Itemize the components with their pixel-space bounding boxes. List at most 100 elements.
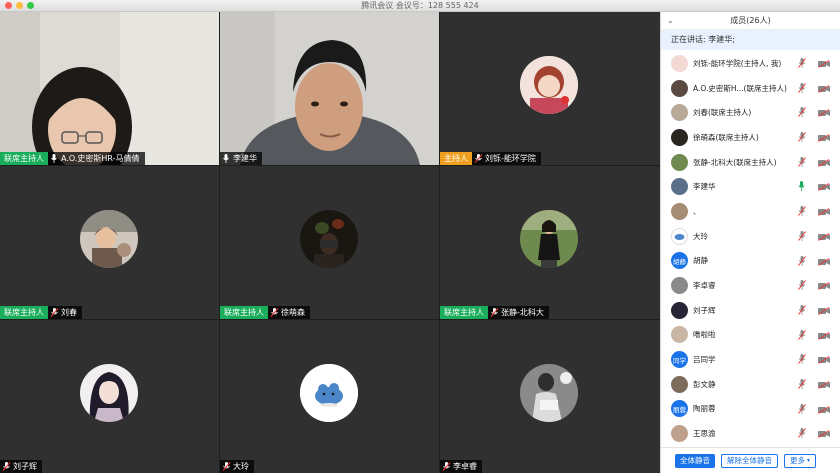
video-tile[interactable]: 联席主持人 A.O.史密斯HR-马倩倩	[0, 12, 219, 165]
chevron-down-icon[interactable]: ⌄	[667, 16, 674, 25]
microphone-muted-icon[interactable]	[798, 156, 806, 169]
participant-video	[220, 12, 439, 165]
camera-off-icon[interactable]	[818, 430, 830, 440]
microphone-muted-icon[interactable]	[798, 230, 806, 243]
microphone-muted-icon[interactable]	[798, 206, 806, 218]
camera-off-icon[interactable]	[818, 60, 830, 70]
microphone-muted-icon	[0, 460, 12, 473]
video-tile[interactable]: 李卓睿	[440, 320, 660, 473]
camera-off-icon[interactable]	[818, 109, 830, 119]
participant-row[interactable]: 刘春(联席主持人)	[661, 100, 840, 125]
microphone-muted-icon	[48, 306, 60, 319]
video-tile[interactable]: 联席主持人 徐萌森	[220, 166, 439, 319]
camera-off-icon[interactable]	[818, 282, 830, 292]
participant-row[interactable]: 张静-北科大(联席主持人)	[661, 150, 840, 175]
microphone-muted-icon[interactable]	[798, 354, 806, 366]
participant-row[interactable]: 彭文静	[661, 372, 840, 397]
microphone-muted-icon[interactable]	[798, 255, 806, 268]
participant-video	[0, 12, 219, 165]
microphone-muted-icon[interactable]	[798, 304, 806, 317]
video-tile[interactable]: 李建华	[220, 12, 439, 165]
participant-row[interactable]: 刘子辉	[661, 298, 840, 323]
microphone-muted-icon[interactable]	[798, 82, 806, 95]
video-tile[interactable]: 大玲	[220, 320, 439, 473]
camera-off-icon[interactable]	[818, 306, 830, 317]
avatar	[671, 227, 688, 245]
tile-namebar: 刘子辉	[0, 460, 42, 473]
camera-off-icon[interactable]	[818, 331, 830, 342]
more-button[interactable]: 更多 ▾	[784, 453, 817, 468]
participant-avatar	[300, 210, 358, 268]
tile-participant-name: 李建华	[233, 154, 257, 163]
tile-role-badge: 联席主持人	[0, 306, 48, 319]
video-tile[interactable]: 联席主持人 刘春	[0, 166, 219, 319]
tile-namebar: 李卓睿	[440, 460, 482, 473]
microphone-muted-icon[interactable]	[798, 378, 806, 391]
participant-row[interactable]: 丽蓉 陶丽蓉	[661, 397, 840, 422]
participant-row[interactable]: A.O.史密斯H...(联席主持人)	[661, 76, 840, 101]
avatar	[671, 375, 688, 393]
tile-participant-name: A.O.史密斯HR-马倩倩	[61, 154, 140, 163]
participant-row[interactable]: 王思渝	[661, 421, 840, 446]
avatar	[671, 425, 688, 443]
more-button-label: 更多	[790, 456, 805, 465]
microphone-muted-icon[interactable]	[798, 107, 806, 119]
video-tile[interactable]: 联席主持人 张静-北科大	[440, 166, 660, 319]
members-panel: ⌄ 成员(26人) 正在讲话: 李建华; 刘铄-能环学院(主持人, 我) A.O…	[660, 12, 840, 473]
microphone-muted-icon	[268, 306, 280, 319]
microphone-muted-icon[interactable]	[798, 132, 806, 144]
tile-participant-name: 刘春	[61, 308, 77, 317]
microphone-muted-icon[interactable]	[798, 58, 806, 70]
participant-row[interactable]: 刘铄-能环学院(主持人, 我)	[661, 51, 840, 76]
video-tile[interactable]: 刘子辉	[0, 320, 219, 473]
tile-namebar: 联席主持人 徐萌森	[220, 306, 310, 319]
camera-off-icon[interactable]	[818, 257, 830, 268]
avatar	[671, 202, 688, 220]
video-tile[interactable]: 主持人 刘铄-能环学院	[440, 12, 660, 165]
microphone-muted-icon[interactable]	[798, 403, 806, 416]
camera-off-icon[interactable]	[818, 134, 830, 144]
avatar	[671, 153, 688, 171]
camera-off-icon[interactable]	[818, 158, 830, 169]
microphone-muted-icon[interactable]	[798, 329, 806, 342]
tile-role-badge: 主持人	[440, 152, 472, 165]
tile-participant-name: 徐萌森	[281, 308, 305, 317]
avatar	[671, 277, 688, 295]
microphone-muted-icon	[472, 152, 484, 165]
tile-participant-name: 李卓睿	[453, 462, 477, 471]
camera-off-icon[interactable]	[818, 381, 830, 391]
participant-list: 刘铄-能环学院(主持人, 我) A.O.史密斯H...(联席主持人) 刘春(联席…	[661, 51, 840, 446]
avatar	[671, 326, 688, 344]
participant-row[interactable]: 大玲	[661, 224, 840, 249]
tile-namebar: 主持人 刘铄-能环学院	[440, 152, 541, 165]
participant-row[interactable]: 、	[661, 199, 840, 224]
camera-off-icon[interactable]	[818, 405, 830, 416]
camera-off-icon[interactable]	[818, 183, 830, 193]
participant-avatar	[520, 364, 578, 422]
participant-row[interactable]: 李卓睿	[661, 273, 840, 298]
participant-row[interactable]: 李建华	[661, 174, 840, 199]
window-titlebar: 腾讯会议 会议号：128 555 424	[0, 0, 840, 12]
camera-off-icon[interactable]	[818, 208, 830, 218]
participant-row[interactable]: 胡静 胡静	[661, 249, 840, 274]
avatar: 胡静	[671, 252, 688, 270]
participant-row[interactable]: 徐萌森(联席主持人)	[661, 125, 840, 150]
members-count-title: 成员(26人)	[730, 16, 771, 25]
participant-avatar	[300, 364, 358, 422]
participant-row[interactable]: 噜啦啦	[661, 323, 840, 348]
participant-row[interactable]: 同学 吕同学	[661, 347, 840, 372]
camera-off-icon[interactable]	[818, 232, 830, 243]
camera-off-icon[interactable]	[818, 356, 830, 366]
avatar	[671, 178, 688, 196]
unmute-all-button[interactable]: 解除全体静音	[721, 453, 778, 468]
tile-namebar: 联席主持人 张静-北科大	[440, 306, 549, 319]
mute-all-button[interactable]: 全体静音	[675, 453, 715, 468]
members-panel-header: ⌄ 成员(26人)	[661, 12, 840, 30]
tile-role-badge: 联席主持人	[220, 306, 268, 319]
microphone-muted-icon	[488, 306, 500, 319]
microphone-muted-icon[interactable]	[798, 428, 806, 440]
camera-off-icon[interactable]	[818, 84, 830, 95]
microphone-icon[interactable]	[798, 181, 805, 193]
microphone-icon	[220, 152, 232, 165]
microphone-muted-icon[interactable]	[798, 280, 806, 292]
